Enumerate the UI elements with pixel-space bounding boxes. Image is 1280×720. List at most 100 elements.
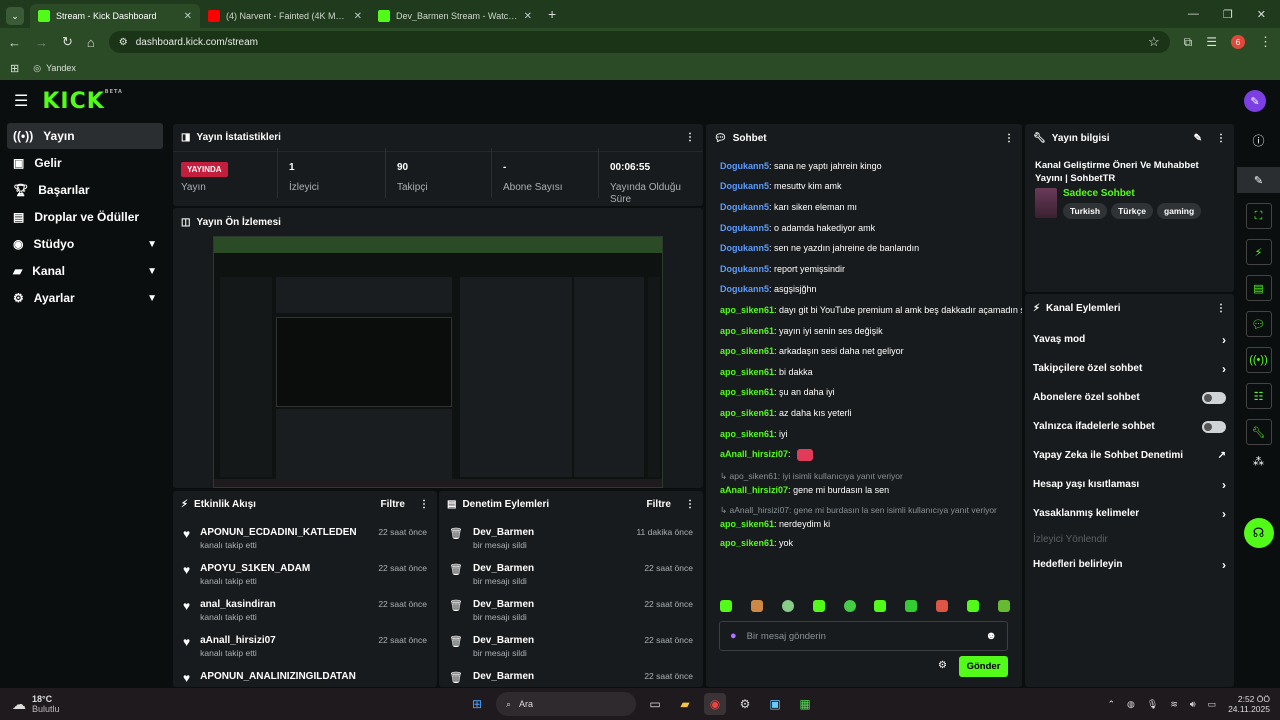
layout-icon[interactable]: ☷	[1245, 383, 1272, 409]
chat-username[interactable]: Dogukann5	[720, 223, 769, 233]
chat-username[interactable]: apo_siken61	[720, 305, 774, 315]
support-button[interactable]: ☊	[1243, 518, 1274, 548]
tab-list-icon[interactable]: ⌄	[6, 7, 24, 25]
toggle-switch[interactable]	[1202, 391, 1226, 404]
taskbar-search[interactable]: ⌕ Ara	[496, 692, 636, 716]
microphone-icon[interactable]: 🎙︎	[1147, 699, 1158, 710]
chat-message[interactable]: apo_siken61: nerdeydim ki	[720, 517, 1008, 533]
emote-icon[interactable]	[843, 600, 856, 612]
apps-grid-icon[interactable]: ⊞	[10, 62, 19, 75]
emote-icon[interactable]	[750, 600, 763, 612]
channel-action-item[interactable]: Hesap yaşı kısıtlaması ›	[1025, 470, 1234, 499]
close-icon[interactable]: ✕	[184, 11, 192, 22]
back-icon[interactable]: ←	[8, 35, 21, 50]
emote-icon[interactable]	[967, 600, 979, 612]
chat-username[interactable]: apo_siken61	[720, 408, 774, 418]
tab-kick-dashboard[interactable]: Stream - Kick Dashboard ✕	[30, 4, 200, 28]
emote-icon[interactable]	[812, 600, 825, 612]
activity-item[interactable]: ♥ anal_kasindiran kanalı takip etti 22 sa…	[173, 595, 437, 631]
chat-username[interactable]: Dogukann5	[720, 202, 769, 212]
wifi-icon[interactable]: ≋	[1170, 699, 1178, 710]
close-icon[interactable]: ✕	[354, 11, 362, 22]
activity-item[interactable]: ♥ aAnall_hirsizi07 kanalı takip etti 22 s…	[173, 631, 437, 667]
chat-message[interactable]: Dogukann5: karı siken eleman mı	[720, 197, 1008, 218]
settings-icon[interactable]: ⚙	[734, 693, 756, 715]
app-icon[interactable]: ▦	[794, 693, 816, 715]
chat-message[interactable]: Dogukann5: mesuttv kim amk	[720, 177, 1008, 198]
moderation-item[interactable]: 🗑︎ Dev_Barmen bir mesajı sildi 22 saat ön…	[439, 559, 703, 595]
emote-icon[interactable]	[874, 600, 887, 612]
activity-item[interactable]: ♥ APONUN_ANALINIZINGILDATAN	[173, 667, 437, 687]
channel-action-item[interactable]: Yalnızca ifadelerle sohbet	[1025, 412, 1234, 441]
channel-action-item[interactable]: Yapay Zeka ile Sohbet Denetimi ↗	[1025, 441, 1234, 470]
minimize-icon[interactable]: —	[1188, 8, 1199, 21]
microphone-icon[interactable]: ●	[730, 630, 737, 642]
emote-icon[interactable]	[997, 600, 1010, 612]
tray-overflow-icon[interactable]: ⌃	[1108, 699, 1116, 710]
moderation-item[interactable]: 🗑︎ Dev_Barmen bir mesajı sildi 11 dakika …	[439, 523, 703, 559]
windows-start-icon[interactable]: ⊞	[466, 693, 488, 715]
wrench-icon[interactable]: 🔧︎	[1245, 419, 1272, 445]
chat-message[interactable]: apo_siken61: arkadaşın sesi daha net gel…	[720, 341, 1008, 362]
task-view-icon[interactable]: ▭	[644, 693, 666, 715]
activity-item[interactable]: ♥ APOYU_S1KEN_ADAM kanalı takip etti 22 s…	[173, 559, 437, 595]
new-tab-button[interactable]: +	[548, 6, 556, 22]
chat-username[interactable]: Dogukann5	[720, 182, 769, 191]
more-options-icon[interactable]: ⋮	[685, 132, 695, 143]
chat-username[interactable]: apo_siken61	[720, 429, 774, 439]
clock[interactable]: 2:52 ÖÖ 24.11.2025	[1228, 694, 1270, 714]
more-options-icon[interactable]: ⋮	[685, 499, 695, 510]
chat-message[interactable]: aAnall_hirsizi07: gene mi burdasın la se…	[720, 483, 1008, 499]
more-options-icon[interactable]: ⋮	[1004, 133, 1014, 144]
remote-desktop-icon[interactable]: ▣	[764, 693, 786, 715]
channel-action-item[interactable]: Yasaklanmış kelimeler ›	[1025, 499, 1234, 528]
sidebar-item-ayarlar[interactable]: ⚙ Ayarlar ▼	[7, 285, 163, 311]
reading-list-icon[interactable]: ☰	[1206, 35, 1217, 49]
bookmark-star-icon[interactable]: ☆	[1148, 34, 1160, 50]
pencil-icon[interactable]: ✎	[1194, 133, 1202, 144]
tab-youtube[interactable]: (4) Narvent - Fainted (4K Music ✕	[200, 4, 370, 28]
tag[interactable]: Turkish	[1063, 202, 1108, 219]
chat-message[interactable]: Dogukann5: o adamda hakediyor amk	[720, 218, 1008, 239]
tag[interactable]: Türkçe	[1111, 202, 1153, 219]
profile-badge[interactable]: 6	[1231, 35, 1245, 49]
chat-username[interactable]: apo_siken61	[720, 388, 774, 397]
sidebar-item-yayin[interactable]: ((•)) Yayın	[7, 123, 163, 149]
channel-action-item[interactable]: Hedefleri belirleyin ›	[1025, 550, 1234, 579]
channel-action-item[interactable]: Abonelere özel sohbet	[1025, 383, 1234, 412]
moderation-item[interactable]: 🗑︎ Dev_Barmen bir mesajı sildi 22 saat ön…	[439, 631, 703, 667]
channel-action-item[interactable]: Takipçilere özel sohbet ›	[1025, 354, 1234, 383]
chat-settings-icon[interactable]: ⚙	[938, 660, 947, 671]
close-icon[interactable]: ✕	[524, 11, 532, 22]
focus-icon[interactable]: ⛶	[1245, 203, 1272, 229]
tab-kick-watch[interactable]: Dev_Barmen Stream - Watch Li ✕	[370, 4, 540, 28]
chat-message[interactable]: aAnall_hirsizi07:	[720, 444, 1008, 465]
chat-input[interactable]: ● Bir mesaj gönderin ☻	[719, 621, 1008, 651]
file-explorer-icon[interactable]: ▰	[674, 693, 696, 715]
weather-widget[interactable]: ☁︎ 18°C Bulutlu	[0, 694, 200, 714]
kick-logo[interactable]: KICKBETA	[42, 89, 123, 114]
battery-icon[interactable]: ▭	[1208, 699, 1217, 710]
chat-username[interactable]: apo_siken61	[720, 326, 774, 336]
chat-username[interactable]: apo_siken61	[720, 347, 774, 356]
filter-button[interactable]: Filtre	[381, 499, 405, 510]
site-info-icon[interactable]: ⚙	[119, 37, 128, 48]
tray-app-icon[interactable]: ◍	[1127, 699, 1135, 710]
volume-icon[interactable]: 🔊︎	[1190, 699, 1196, 710]
emote-icon[interactable]	[936, 600, 949, 612]
sidebar-item-gelir[interactable]: ▣ Gelir	[7, 150, 163, 176]
chat-message[interactable]: apo_siken61: az daha kıs yeterli	[720, 403, 1008, 424]
activity-item[interactable]: ♥ APONUN_ECDADINI_KATLEDEN kanalı takip e…	[173, 523, 437, 559]
more-options-icon[interactable]: ⋮	[1216, 133, 1226, 144]
category-thumbnail[interactable]	[1035, 187, 1057, 218]
stream-preview-video[interactable]	[213, 236, 663, 488]
chat-message[interactable]: Dogukann5: sen ne yazdın jahreine de ban…	[720, 238, 1008, 259]
chat-username[interactable]: aAnall_hirsizi07	[720, 450, 788, 459]
filter-button[interactable]: Filtre	[647, 499, 671, 510]
moderation-item[interactable]: 🗑︎ Dev_Barmen 22 saat önce	[439, 667, 703, 687]
chat-message[interactable]: apo_siken61: şu an daha iyi	[720, 383, 1008, 404]
add-widget-icon[interactable]: ⁂	[1237, 455, 1280, 468]
chat-message[interactable]: Dogukann5: asgşisjğhn	[720, 280, 1008, 301]
edit-tool-button[interactable]: ✎	[1237, 167, 1280, 193]
chat-message[interactable]: apo_siken61: dayı git bi YouTube premium…	[720, 300, 1022, 321]
